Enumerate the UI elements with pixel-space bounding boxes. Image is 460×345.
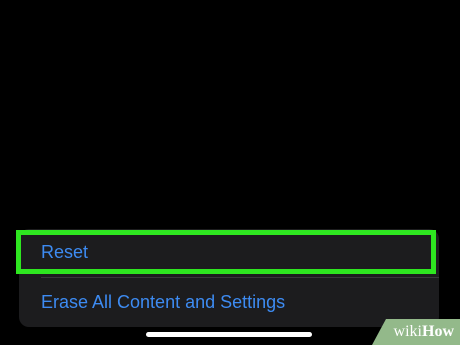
watermark-prefix: wiki — [393, 323, 422, 340]
wikihow-watermark: wiki How — [372, 319, 460, 345]
screen: Reset Erase All Content and Settings wik… — [0, 0, 460, 345]
erase-all-content-option[interactable]: Erase All Content and Settings — [19, 279, 439, 326]
home-indicator[interactable] — [146, 332, 312, 337]
reset-option[interactable]: Reset — [19, 229, 439, 276]
row-divider — [41, 277, 439, 278]
erase-all-content-option-label: Erase All Content and Settings — [41, 292, 286, 312]
reset-option-label: Reset — [41, 242, 89, 262]
reset-options-group: Reset Erase All Content and Settings — [19, 229, 439, 327]
watermark-suffix: How — [422, 323, 454, 340]
